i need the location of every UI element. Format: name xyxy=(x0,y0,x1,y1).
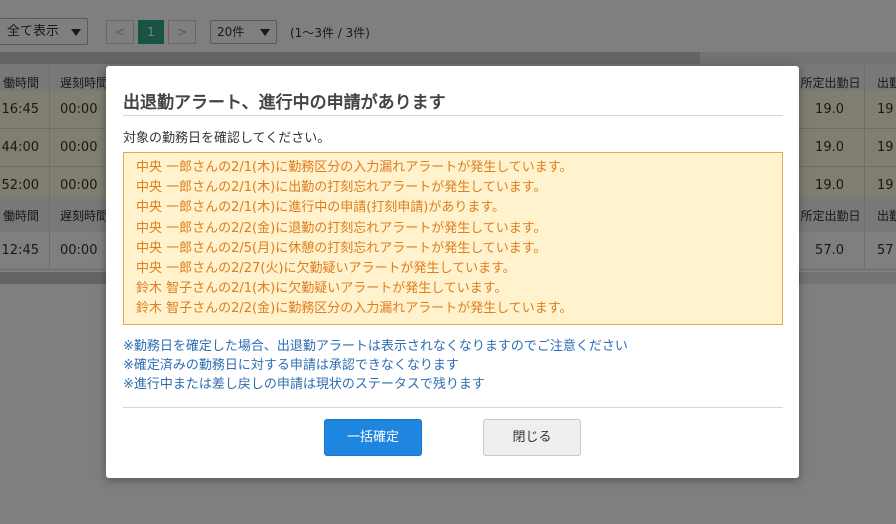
alert-list: 中央 一郎さんの2/1(木)に勤務区分の入力漏れアラートが発生しています。 中央… xyxy=(123,152,783,325)
notes-list: ※勤務日を確定した場合、出退勤アラートは表示されなくなりますのでご注意ください … xyxy=(123,337,628,394)
alert-confirm-dialog: 出退勤アラート、進行中の申請があります 対象の勤務日を確認してください。 中央 … xyxy=(106,66,799,478)
alert-item: 中央 一郎さんの2/27(火)に欠勤疑いアラートが発生しています。 xyxy=(136,261,516,277)
divider xyxy=(123,115,783,116)
alert-item: 中央 一郎さんの2/1(木)に出勤の打刻忘れアラートが発生しています。 xyxy=(136,180,547,196)
note-item: ※勤務日を確定した場合、出退勤アラートは表示されなくなりますのでご注意ください xyxy=(123,339,628,354)
alert-item: 中央 一郎さんの2/2(金)に退勤の打刻忘れアラートが発生しています。 xyxy=(136,220,547,236)
dialog-title: 出退勤アラート、進行中の申請があります xyxy=(123,93,446,113)
alert-item: 中央 一郎さんの2/1(木)に勤務区分の入力漏れアラートが発生しています。 xyxy=(136,160,573,175)
note-item: ※進行中または差し戻しの申請は現状のステータスで残ります xyxy=(123,377,485,392)
alert-item: 中央 一郎さんの2/5(月)に休憩の打刻忘れアラートが発生しています。 xyxy=(136,240,547,256)
bulk-confirm-button[interactable]: 一括確定 xyxy=(324,419,422,456)
alert-item: 鈴木 智子さんの2/1(木)に欠勤疑いアラートが発生しています。 xyxy=(136,281,508,297)
alert-item: 鈴木 智子さんの2/2(金)に勤務区分の入力漏れアラートが発生しています。 xyxy=(136,301,573,317)
alert-item: 中央 一郎さんの2/1(木)に進行中の申請(打刻申請)があります。 xyxy=(136,200,506,216)
note-item: ※確定済みの勤務日に対する申請は承認できなくなります xyxy=(123,358,459,373)
close-button[interactable]: 閉じる xyxy=(483,419,581,456)
dialog-subtitle: 対象の勤務日を確認してください。 xyxy=(123,131,331,146)
divider xyxy=(123,407,783,408)
